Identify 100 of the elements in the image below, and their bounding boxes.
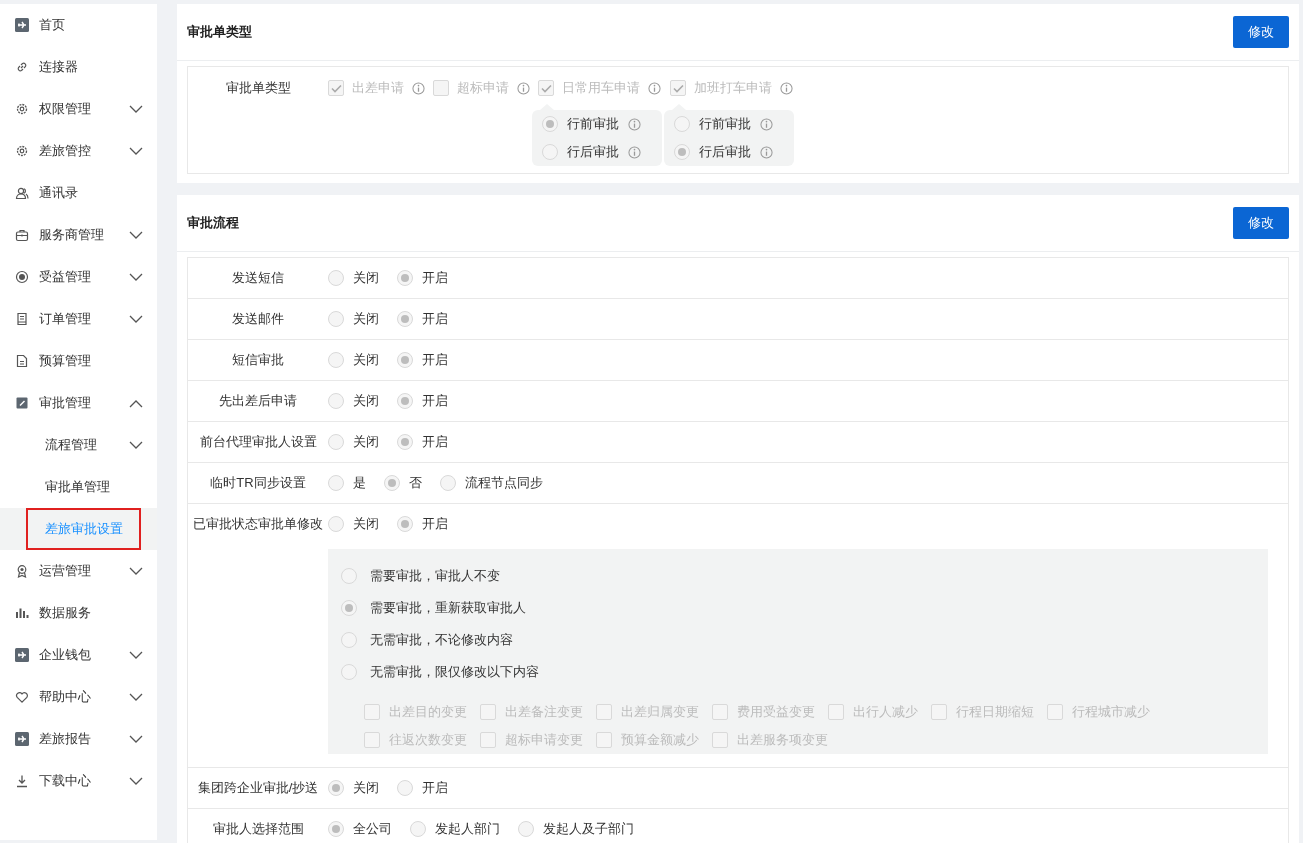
edit-icon — [15, 396, 29, 410]
sidebar-item[interactable]: 下载中心 — [0, 760, 157, 802]
radio-button[interactable] — [397, 434, 413, 450]
sidebar-item[interactable]: 订单管理 — [0, 298, 157, 340]
sidebar-item[interactable]: 数据服务 — [0, 592, 157, 634]
option-label: 开启 — [422, 269, 448, 287]
option-label: 否 — [409, 474, 422, 492]
field-label: 审批人选择范围 — [211, 820, 305, 838]
sidebar-item[interactable]: 预算管理 — [0, 340, 157, 382]
edit-button[interactable]: 修改 — [1233, 16, 1289, 48]
info-icon — [628, 117, 641, 131]
radio-button[interactable] — [328, 821, 344, 837]
radio-button[interactable] — [397, 393, 413, 409]
field-label: 临时TR同步设置 — [209, 474, 307, 492]
option-label: 是 — [353, 474, 366, 492]
radio-button[interactable] — [384, 475, 400, 491]
radio-button[interactable] — [328, 516, 344, 532]
sidebar-item[interactable]: 通讯录 — [0, 172, 157, 214]
info-icon — [760, 117, 773, 131]
plane-icon — [15, 732, 29, 746]
option-label: 流程节点同步 — [465, 474, 543, 492]
award-icon — [15, 564, 29, 578]
chevron-down-icon — [129, 314, 143, 324]
radio-button[interactable] — [397, 270, 413, 286]
option-label: 出差申请 — [352, 79, 404, 97]
gear-icon — [15, 144, 29, 158]
option-label: 关闭 — [353, 269, 379, 287]
radio-button[interactable] — [328, 311, 344, 327]
chevron-up-icon — [129, 398, 143, 408]
option-label: 无需审批，不论修改内容 — [370, 631, 513, 649]
option-label: 需要审批，审批人不变 — [370, 567, 500, 585]
option-label: 关闭 — [353, 433, 379, 451]
coin-icon — [15, 270, 29, 284]
chevron-down-icon — [129, 776, 143, 786]
option-label: 开启 — [422, 515, 448, 533]
radio-button[interactable] — [410, 821, 426, 837]
sidebar-item[interactable]: 连接器 — [0, 46, 157, 88]
radio-button[interactable] — [328, 475, 344, 491]
radio-button[interactable] — [397, 311, 413, 327]
info-icon — [517, 81, 530, 95]
radio-button[interactable] — [341, 600, 357, 616]
option-label: 发起人及子部门 — [543, 820, 634, 838]
field-label: 短信审批 — [231, 351, 285, 369]
sidebar-item[interactable]: 受益管理 — [0, 256, 157, 298]
option-label: 发起人部门 — [435, 820, 500, 838]
radio-button[interactable] — [341, 568, 357, 584]
option-label: 全公司 — [353, 820, 392, 838]
radio-button[interactable] — [341, 632, 357, 648]
option-label: 开启 — [422, 392, 448, 410]
radio-button[interactable] — [341, 664, 357, 680]
option-label: 开启 — [422, 433, 448, 451]
field-label: 发送短信 — [231, 269, 285, 287]
sidebar-subitem[interactable]: 流程管理 — [0, 424, 157, 466]
radio-button[interactable] — [397, 516, 413, 532]
sidebar-item[interactable]: 帮助中心 — [0, 676, 157, 718]
radio-button[interactable] — [397, 352, 413, 368]
option-label: 加班打车申请 — [694, 79, 772, 97]
sidebar-item[interactable]: 审批管理 — [0, 382, 157, 424]
people-icon — [15, 186, 29, 200]
edit-button[interactable]: 修改 — [1233, 207, 1289, 239]
info-icon — [628, 145, 641, 159]
sidebar-item[interactable]: 差旅报告 — [0, 718, 157, 760]
plane-icon — [15, 648, 29, 662]
sidebar-item[interactable]: 首页 — [0, 4, 157, 46]
radio-button[interactable] — [328, 352, 344, 368]
link-icon — [15, 60, 29, 74]
sidebar-item[interactable]: 企业钱包 — [0, 634, 157, 676]
radio-button[interactable] — [518, 821, 534, 837]
option-label: 关闭 — [353, 392, 379, 410]
sidebar-subitem[interactable]: 审批单管理 — [0, 466, 157, 508]
option-label: 行前审批 — [699, 115, 751, 133]
radio-button[interactable] — [397, 780, 413, 796]
field-label: 审批单类型 — [224, 79, 292, 97]
section-title: 审批流程 — [187, 214, 239, 232]
radio-button[interactable] — [328, 270, 344, 286]
info-icon — [760, 145, 773, 159]
gear-icon — [15, 102, 29, 116]
option-label: 行前审批 — [567, 115, 619, 133]
document-icon — [15, 354, 29, 368]
radio-button[interactable] — [328, 780, 344, 796]
option-label: 超标申请 — [457, 79, 509, 97]
option-label: 日常用车申请 — [562, 79, 640, 97]
radio-button[interactable] — [328, 434, 344, 450]
briefcase-icon — [15, 228, 29, 242]
sidebar-item[interactable]: 差旅管控 — [0, 130, 157, 172]
info-icon — [780, 81, 793, 95]
option-label: 开启 — [422, 310, 448, 328]
radio-button[interactable] — [328, 393, 344, 409]
chevron-down-icon — [129, 692, 143, 702]
sidebar-item[interactable]: 权限管理 — [0, 88, 157, 130]
field-label: 发送邮件 — [231, 310, 285, 328]
field-label: 已审批状态审批单修改 — [192, 515, 324, 533]
sidebar-item[interactable]: 服务商管理 — [0, 214, 157, 256]
field-label: 先出差后申请 — [218, 392, 298, 410]
radio-button[interactable] — [440, 475, 456, 491]
sidebar-item[interactable]: 运营管理 — [0, 550, 157, 592]
chevron-down-icon — [129, 566, 143, 576]
chevron-down-icon — [129, 146, 143, 156]
option-label: 需要审批，重新获取审批人 — [370, 599, 526, 617]
field-label: 前台代理审批人设置 — [198, 433, 318, 451]
